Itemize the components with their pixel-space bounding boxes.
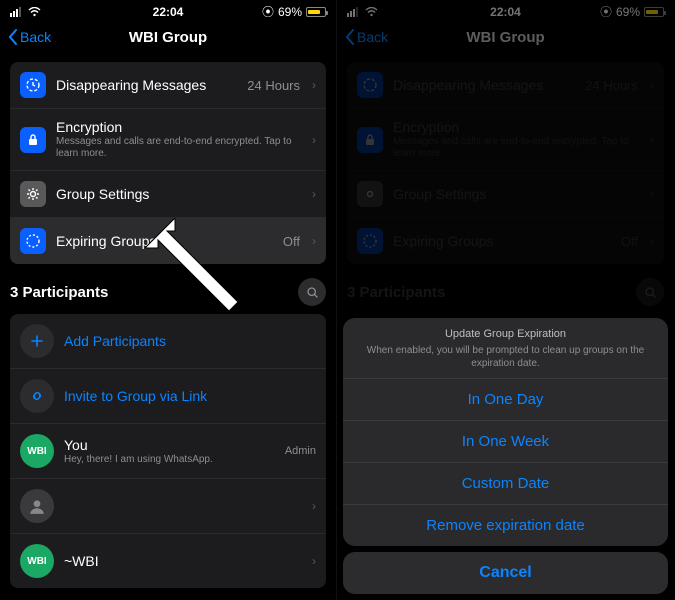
disappearing-value: 24 Hours — [247, 78, 300, 93]
status-bar: 22:04 ⦿ 69% — [0, 0, 336, 20]
screenshot-right: 22:04 ⦿ 69% Back WBI Group Disappearing … — [337, 0, 674, 600]
row-participant-you[interactable]: WBI You Hey, there! I am using WhatsApp.… — [10, 423, 326, 478]
chevron-right-icon: › — [312, 133, 316, 147]
chevron-right-icon: › — [312, 554, 316, 568]
group-settings-label: Group Settings — [56, 186, 302, 202]
action-sheet: Update Group Expiration When enabled, yo… — [337, 312, 674, 600]
participants-list: Add Participants Invite to Group via Lin… — [10, 314, 326, 588]
participant-you-status: Hey, there! I am using WhatsApp. — [64, 454, 275, 465]
nav-bar: Back WBI Group — [0, 20, 336, 54]
option-one-day[interactable]: In One Day — [343, 378, 668, 420]
expiring-label: Expiring Groups — [56, 233, 273, 249]
option-custom-date[interactable]: Custom Date — [343, 462, 668, 504]
avatar — [20, 489, 54, 523]
add-participants-label: Add Participants — [64, 333, 316, 349]
participants-header-row: 3 Participants — [10, 278, 326, 306]
row-encryption[interactable]: Encryption Messages and calls are end-to… — [10, 108, 326, 170]
invite-link-label: Invite to Group via Link — [64, 388, 316, 404]
option-remove-expiration[interactable]: Remove expiration date — [343, 504, 668, 546]
row-disappearing-messages[interactable]: Disappearing Messages 24 Hours › — [10, 62, 326, 108]
status-time: 22:04 — [0, 5, 336, 19]
disappearing-label: Disappearing Messages — [56, 77, 237, 93]
lock-icon — [20, 127, 46, 153]
chevron-right-icon: › — [312, 187, 316, 201]
expiring-icon — [20, 228, 46, 254]
gear-icon — [20, 181, 46, 207]
participant-you-role: Admin — [285, 445, 316, 457]
row-expiring-groups[interactable]: Expiring Groups Off › — [10, 217, 326, 264]
screenshot-left: 22:04 ⦿ 69% Back WBI Group Disappearing … — [0, 0, 337, 600]
settings-card: Disappearing Messages 24 Hours › Encrypt… — [10, 62, 326, 264]
avatar: WBI — [20, 434, 54, 468]
participants-header: 3 Participants — [10, 284, 108, 301]
sheet-title: Update Group Expiration — [357, 328, 654, 340]
avatar: WBI — [20, 544, 54, 578]
row-add-participants[interactable]: Add Participants — [10, 314, 326, 368]
row-group-settings[interactable]: Group Settings › — [10, 170, 326, 217]
page-title: WBI Group — [0, 29, 336, 46]
participants-search-button[interactable] — [298, 278, 326, 306]
battery-icon — [306, 7, 326, 17]
timer-icon — [20, 72, 46, 98]
participant-you-name: You — [64, 437, 275, 453]
row-participant-blank[interactable]: › — [10, 478, 326, 533]
row-invite-link[interactable]: Invite to Group via Link — [10, 368, 326, 423]
row-participant-wbi[interactable]: WBI ~WBI › — [10, 533, 326, 588]
expiring-value: Off — [283, 234, 300, 249]
link-icon — [20, 379, 54, 413]
encryption-sublabel: Messages and calls are end-to-end encryp… — [56, 136, 302, 160]
plus-icon — [20, 324, 54, 358]
sheet-description: When enabled, you will be prompted to cl… — [357, 344, 654, 370]
sheet-cancel-button[interactable]: Cancel — [343, 552, 668, 594]
chevron-right-icon: › — [312, 499, 316, 513]
chevron-right-icon: › — [312, 234, 316, 248]
encryption-label: Encryption — [56, 119, 302, 135]
search-icon — [306, 286, 319, 299]
participant-wbi-name: ~WBI — [64, 553, 302, 569]
chevron-right-icon: › — [312, 78, 316, 92]
option-one-week[interactable]: In One Week — [343, 420, 668, 462]
